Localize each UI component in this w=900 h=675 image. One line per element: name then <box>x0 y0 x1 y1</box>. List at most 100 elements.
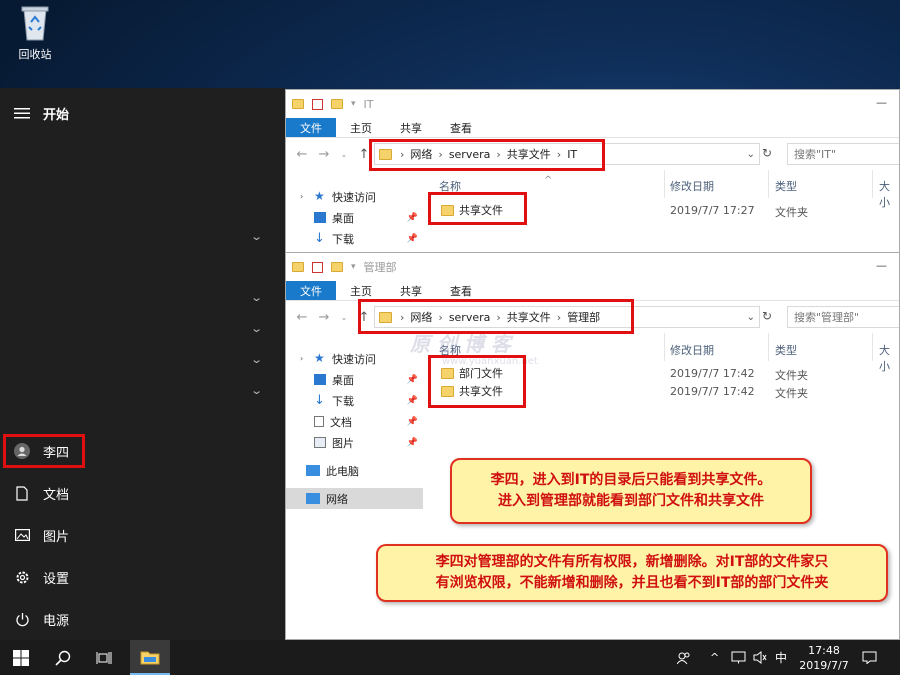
nav-pictures[interactable]: 图片 📌 <box>286 432 426 453</box>
explorer-window-it[interactable]: ▾ IT — 文件 主页 共享 查看 ← → ⌄ ↑ › 网络 › server… <box>285 89 900 253</box>
expand-icon[interactable]: › <box>300 354 303 363</box>
start-item-settings[interactable]: 设置 <box>14 563 69 591</box>
column-divider[interactable] <box>768 170 769 198</box>
task-view-button[interactable] <box>86 640 124 675</box>
column-divider[interactable] <box>664 333 665 361</box>
refresh-icon[interactable]: ↻ <box>762 146 772 160</box>
chevron-up-icon[interactable]: ^ <box>710 640 719 675</box>
ime-indicator[interactable]: 中 <box>775 640 787 675</box>
title-bar[interactable]: ▾ IT — <box>286 90 899 118</box>
column-date[interactable]: 修改日期 <box>670 178 714 194</box>
title-bar[interactable]: ▾ 管理部 — <box>286 253 899 281</box>
people-icon[interactable] <box>677 640 691 675</box>
breadcrumb-server[interactable]: servera <box>449 311 491 324</box>
tab-share[interactable]: 共享 <box>386 118 436 137</box>
breadcrumb-folder[interactable]: 管理部 <box>567 309 600 325</box>
hamburger-icon[interactable] <box>14 105 30 121</box>
volume-icon[interactable] <box>753 640 767 675</box>
nav-downloads[interactable]: ↓ 下载 📌 <box>286 228 426 249</box>
notification-icon[interactable] <box>862 640 877 675</box>
file-row[interactable]: 共享文件 <box>441 382 503 400</box>
start-item-documents[interactable]: 文档 <box>14 479 69 507</box>
forward-icon[interactable]: → <box>316 147 332 162</box>
chevron-down-icon[interactable]: ⌄ <box>747 312 755 323</box>
search-input[interactable]: 搜索"IT" <box>787 143 899 165</box>
callout-line: 有浏览权限，不能新增和删除，并且也看不到IT部的部门文件夹 <box>435 575 829 591</box>
callout-line: 李四对管理部的文件有所有权限，新增删除。对IT部的文件家只 <box>435 554 829 570</box>
document-icon <box>14 485 30 501</box>
recycle-bin[interactable]: 回收站 <box>10 4 60 62</box>
chevron-down-icon[interactable]: ⌄ <box>250 322 263 335</box>
column-type[interactable]: 类型 <box>775 342 797 358</box>
start-button[interactable] <box>0 640 42 675</box>
up-icon[interactable]: ↑ <box>356 147 372 162</box>
search-icon <box>55 650 71 666</box>
column-divider[interactable] <box>872 333 873 361</box>
nav-desktop[interactable]: 桌面 📌 <box>286 207 426 228</box>
tab-home[interactable]: 主页 <box>336 281 386 300</box>
nav-downloads[interactable]: ↓ 下载 📌 <box>286 390 426 411</box>
nav-this-pc[interactable]: 此电脑 <box>286 460 426 481</box>
breadcrumb-server[interactable]: servera <box>449 148 491 161</box>
recent-dropdown-icon[interactable]: ⌄ <box>336 150 352 159</box>
column-divider[interactable] <box>872 170 873 198</box>
nav-quick-access[interactable]: › ★ 快速访问 <box>286 186 426 207</box>
recent-dropdown-icon[interactable]: ⌄ <box>336 313 352 322</box>
nav-quick-access[interactable]: › ★ 快速访问 <box>286 348 426 369</box>
tab-share[interactable]: 共享 <box>386 281 436 300</box>
chevron-down-icon[interactable]: ⌄ <box>250 353 263 366</box>
chevron-right-icon: › <box>400 310 405 324</box>
search-input[interactable]: 搜索"管理部" <box>787 306 899 328</box>
new-folder-icon[interactable] <box>331 99 343 109</box>
breadcrumb-network[interactable]: 网络 <box>410 146 432 162</box>
address-bar[interactable]: › 网络 › servera › 共享文件 › IT ⌄ <box>374 143 760 165</box>
tab-home[interactable]: 主页 <box>336 118 386 137</box>
back-icon[interactable]: ← <box>294 310 310 325</box>
minimize-icon[interactable]: — <box>876 96 887 109</box>
search-button[interactable] <box>44 640 82 675</box>
breadcrumb-folder[interactable]: IT <box>567 148 577 161</box>
chevron-down-icon[interactable]: ⌄ <box>747 149 755 160</box>
chevron-down-icon[interactable]: ⌄ <box>250 230 263 243</box>
clock[interactable]: 17:48 2019/7/7 <box>796 640 852 675</box>
breadcrumb-network[interactable]: 网络 <box>410 309 432 325</box>
dropdown-icon[interactable]: ▾ <box>351 262 356 272</box>
breadcrumb-share[interactable]: 共享文件 <box>507 309 551 325</box>
file-explorer-taskbar[interactable] <box>130 640 170 675</box>
column-divider[interactable] <box>664 170 665 198</box>
column-name[interactable]: 名称 <box>439 178 461 194</box>
column-size[interactable]: 大小 <box>879 342 899 374</box>
start-item-pictures[interactable]: 图片 <box>14 521 69 549</box>
forward-icon[interactable]: → <box>316 310 332 325</box>
nav-network[interactable]: 网络 <box>286 488 423 509</box>
chevron-down-icon[interactable]: ⌄ <box>250 384 263 397</box>
start-item-power[interactable]: 电源 <box>14 605 69 633</box>
minimize-icon[interactable]: — <box>876 259 887 272</box>
new-folder-icon[interactable] <box>331 262 343 272</box>
dropdown-icon[interactable]: ▾ <box>351 99 356 109</box>
properties-icon[interactable] <box>312 261 323 273</box>
network-status-icon[interactable] <box>731 640 746 675</box>
expand-icon[interactable]: › <box>300 192 303 201</box>
refresh-icon[interactable]: ↻ <box>762 309 772 323</box>
back-icon[interactable]: ← <box>294 147 310 162</box>
tab-file[interactable]: 文件 <box>286 281 336 300</box>
nav-documents[interactable]: 文档 📌 <box>286 411 426 432</box>
column-date[interactable]: 修改日期 <box>670 342 714 358</box>
start-header[interactable]: 开始 <box>14 99 69 127</box>
tab-file[interactable]: 文件 <box>286 118 336 137</box>
nav-desktop[interactable]: 桌面 📌 <box>286 369 426 390</box>
address-bar[interactable]: › 网络 › servera › 共享文件 › 管理部 ⌄ <box>374 306 760 328</box>
properties-icon[interactable] <box>312 98 323 110</box>
file-row[interactable]: 共享文件 <box>441 201 503 219</box>
up-icon[interactable]: ↑ <box>356 310 372 325</box>
user-account[interactable]: 李四 <box>14 437 69 465</box>
tab-view[interactable]: 查看 <box>436 281 486 300</box>
breadcrumb-share[interactable]: 共享文件 <box>507 146 551 162</box>
column-divider[interactable] <box>768 333 769 361</box>
column-size[interactable]: 大小 <box>879 178 899 210</box>
file-type: 文件夹 <box>775 206 808 219</box>
chevron-down-icon[interactable]: ⌄ <box>250 291 263 304</box>
tab-view[interactable]: 查看 <box>436 118 486 137</box>
column-type[interactable]: 类型 <box>775 178 797 194</box>
